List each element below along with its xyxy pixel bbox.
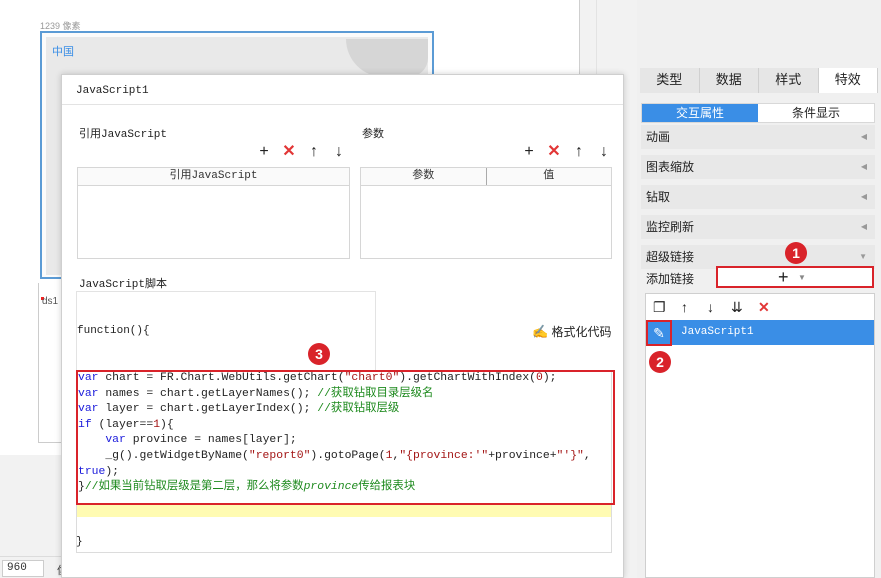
subtab-interaction[interactable]: 交互属性 [642,104,758,122]
tab-style[interactable]: 样式 [759,68,819,93]
param-down-icon[interactable]: ↓ [596,144,612,160]
function-close-label: } [76,536,83,548]
section-drill-label: 钻取 [646,190,671,204]
collapse-arrow-icon: ◀ [860,132,867,141]
add-link-label: 添加链接 [646,272,695,286]
brush-icon: ✍ [532,324,549,339]
ref-up-icon[interactable]: ↑ [306,144,322,160]
section-monitor-refresh-label: 监控刷新 [646,220,695,234]
format-code-button[interactable]: ✍ 格式化代码 [532,323,612,340]
section-chart-zoom-label: 图表缩放 [646,160,695,174]
section-animation-label: 动画 [646,130,671,144]
tab-data[interactable]: 数据 [699,68,759,93]
format-code-label: 格式化代码 [551,325,612,339]
params-title: 参数 [362,129,384,141]
map-shape [346,39,428,77]
section-monitor-refresh[interactable]: 监控刷新 ◀ [641,215,875,239]
hyperlink-item-label: JavaScript1 [681,326,754,338]
section-drill[interactable]: 钻取 ◀ [641,185,875,209]
subtab-condition-display[interactable]: 条件显示 [758,104,874,122]
canvas-width-input[interactable]: 960 [2,560,44,577]
param-add-icon[interactable]: + [521,144,537,160]
report-block-frame [38,283,62,443]
ref-down-icon[interactable]: ↓ [331,144,347,160]
ref-js-title: 引用JavaScript [79,129,168,141]
code-highlight-box [76,370,615,505]
tab-type[interactable]: 类型 [640,68,700,93]
map-title: 中国 [52,46,74,58]
current-line-highlight [77,504,611,517]
param-up-icon[interactable]: ↑ [571,144,587,160]
add-link-button[interactable]: + [778,268,789,286]
ref-js-table[interactable]: 引用JavaScript [77,167,350,259]
dataset-label: ds1 [42,296,59,307]
param-delete-icon[interactable]: ✕ [546,144,562,160]
ref-js-column-header: 引用JavaScript [78,168,349,186]
collapse-arrow-icon: ◀ [860,162,867,171]
move-bottom-icon[interactable]: ⇊ [731,299,743,315]
ref-delete-icon[interactable]: ✕ [281,144,297,160]
section-animation[interactable]: 动画 ◀ [641,125,875,149]
property-tabs: 类型 数据 样式 特效 [640,68,878,93]
chevron-down-icon[interactable]: ▼ [798,273,806,282]
params-table[interactable]: 参数 值 [360,167,612,259]
section-hyperlink-label: 超级链接 [646,250,695,264]
dialog-title: JavaScript1 [76,85,149,97]
effects-subtabs: 交互属性 条件显示 [641,103,875,123]
move-up-icon[interactable]: ↑ [681,299,688,315]
js-script-title: JavaScript脚本 [79,279,168,291]
add-link-dropdown[interactable] [716,266,874,288]
function-open-label: function(){ [77,325,150,337]
move-down-icon[interactable]: ↓ [707,299,714,315]
collapse-arrow-icon: ◀ [860,192,867,201]
param-value-column-header: 值 [485,168,612,185]
section-chart-zoom[interactable]: 图表缩放 ◀ [641,155,875,179]
ref-add-icon[interactable]: + [256,144,272,160]
callout-3: 3 [308,343,330,365]
edit-pencil-icon[interactable]: ✎ [646,320,672,346]
tab-effects[interactable]: 特效 [818,68,878,93]
callout-1: 1 [785,242,807,264]
collapse-arrow-icon: ◀ [860,222,867,231]
params-header: 参数 值 [361,168,611,186]
param-name-column-header: 参数 [412,170,435,182]
delete-icon[interactable]: ✕ [758,299,770,315]
dialog-divider [62,104,623,105]
callout-2: 2 [649,351,671,373]
copy-icon[interactable]: ❐ [653,299,666,315]
